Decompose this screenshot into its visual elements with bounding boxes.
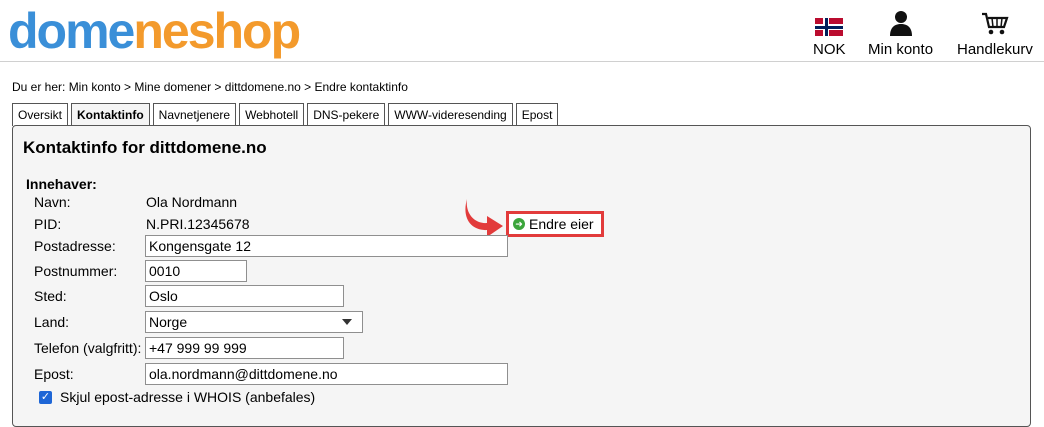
my-account-label: Min konto <box>868 41 934 58</box>
postal-code-input[interactable] <box>145 260 247 282</box>
user-icon <box>868 8 933 36</box>
pid-value: N.PRI.12345678 <box>146 216 250 232</box>
postal-address-label: Postadresse: <box>34 238 116 254</box>
email-label: Epost: <box>34 366 74 382</box>
country-select[interactable]: Norge <box>145 311 363 333</box>
contact-info-panel: Kontaktinfo for dittdomene.no Innehaver:… <box>12 125 1031 427</box>
city-label: Sted: <box>34 288 67 304</box>
country-select-value: Norge <box>149 314 188 330</box>
tab-epost[interactable]: Epost <box>515 103 559 126</box>
norway-flag-icon <box>813 8 846 36</box>
change-owner-button[interactable]: ➜ Endre eier <box>506 211 604 237</box>
email-input[interactable] <box>145 363 508 385</box>
page-title: Kontaktinfo for dittdomene.no <box>23 138 267 157</box>
hide-email-option[interactable]: ✓ Skjul epost-adresse i WHOIS (anbefales… <box>39 389 315 405</box>
logo-part-1: dome <box>8 3 135 59</box>
chevron-down-icon <box>342 319 352 325</box>
postal-code-label: Postnummer: <box>34 263 118 279</box>
city-input[interactable] <box>145 285 344 307</box>
tab-oversikt[interactable]: Oversikt <box>12 103 69 126</box>
tab-kontaktinfo[interactable]: Kontaktinfo <box>71 103 150 127</box>
phone-label: Telefon (valgfritt): <box>34 340 142 356</box>
phone-input[interactable] <box>145 337 344 359</box>
tab-dns-pekere[interactable]: DNS-pekere <box>307 103 386 126</box>
site-header: domeneshop NOK Min konto Handlekurv <box>0 0 1044 62</box>
my-account-link[interactable]: Min konto <box>868 8 933 58</box>
currency-selector[interactable]: NOK <box>813 8 846 58</box>
tab-webhotell[interactable]: Webhotell <box>239 103 305 126</box>
logo-part-2: neshop <box>133 3 301 59</box>
name-value: Ola Nordmann <box>146 194 238 210</box>
domeneshop-logo[interactable]: domeneshop <box>8 0 301 66</box>
owner-section-label: Innehaver: <box>26 176 97 192</box>
country-label: Land: <box>34 314 70 330</box>
name-label: Navn: <box>34 194 71 210</box>
tab-navnetjenere[interactable]: Navnetjenere <box>152 103 237 126</box>
go-arrow-icon: ➜ <box>513 218 525 230</box>
cart-label: Handlekurv <box>957 41 1033 58</box>
domain-tabs: Oversikt Kontaktinfo Navnetjenere Webhot… <box>12 103 559 127</box>
currency-label: NOK <box>813 41 846 58</box>
pid-label: PID: <box>34 216 62 232</box>
change-owner-label: Endre eier <box>529 216 594 232</box>
hide-email-checkbox[interactable]: ✓ <box>39 390 52 404</box>
postal-address-input[interactable] <box>145 235 508 257</box>
breadcrumb[interactable]: Du er her: Min konto > Mine domener > di… <box>12 80 408 94</box>
hide-email-label: Skjul epost-adresse i WHOIS (anbefales) <box>60 389 316 405</box>
cart-icon <box>957 8 1033 36</box>
cart-link[interactable]: Handlekurv <box>957 8 1033 58</box>
pointer-arrow-icon <box>465 199 503 237</box>
tab-www-videresending[interactable]: WWW-videresending <box>388 103 513 126</box>
